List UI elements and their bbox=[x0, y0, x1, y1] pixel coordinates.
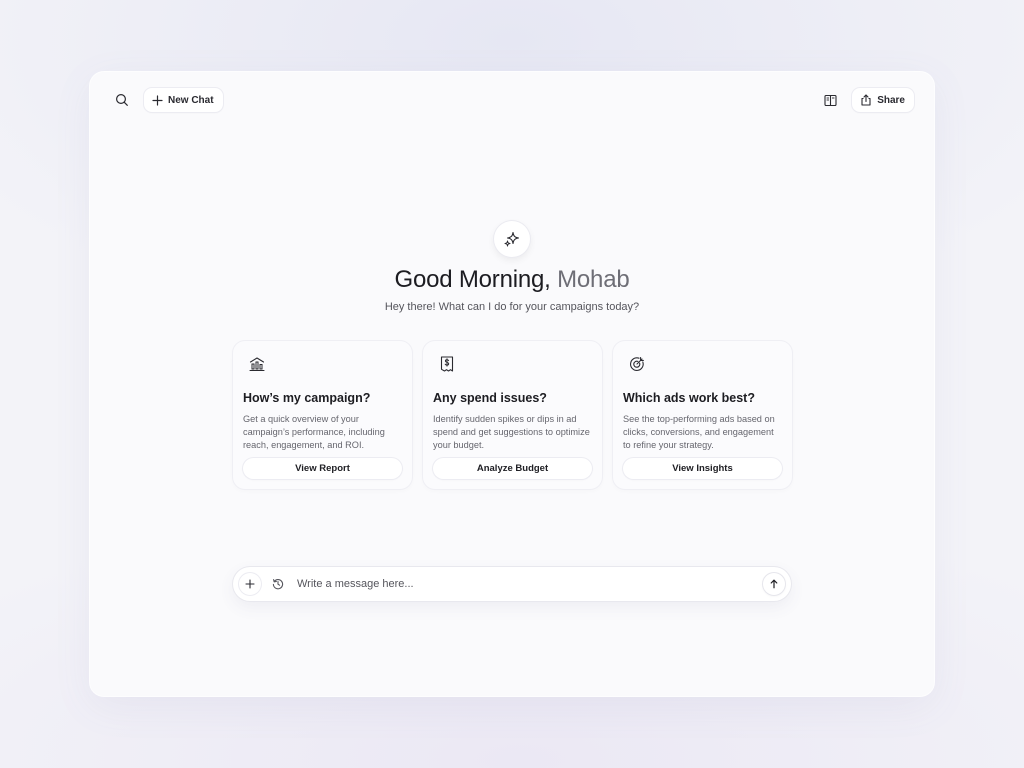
new-chat-button[interactable]: New Chat bbox=[144, 88, 223, 112]
view-report-button[interactable]: View Report bbox=[243, 458, 402, 479]
card-description: See the top-performing ads based on clic… bbox=[623, 414, 775, 450]
share-label: Share bbox=[877, 94, 905, 106]
plus-icon bbox=[152, 94, 163, 106]
attach-button[interactable] bbox=[239, 573, 261, 595]
card-title: How’s my campaign? bbox=[243, 391, 371, 405]
share-icon bbox=[861, 94, 871, 106]
analyze-budget-button[interactable]: Analyze Budget bbox=[433, 458, 592, 479]
card-description: Get a quick overview of your campaign’s … bbox=[243, 414, 385, 450]
new-chat-label: New Chat bbox=[168, 94, 214, 106]
history-button[interactable] bbox=[267, 573, 289, 595]
search-button[interactable] bbox=[110, 88, 134, 112]
history-icon bbox=[272, 579, 284, 590]
plus-icon bbox=[245, 579, 255, 589]
share-button[interactable]: Share bbox=[852, 88, 914, 112]
sidebar-layout-icon bbox=[824, 94, 837, 106]
receipt-dollar-icon bbox=[440, 356, 454, 372]
search-icon bbox=[115, 93, 128, 106]
suggestion-card-spend[interactable]: Any spend issues? Identify sudden spikes… bbox=[423, 341, 602, 489]
toggle-layout-button[interactable] bbox=[818, 88, 842, 112]
user-name: Mohab bbox=[557, 266, 630, 293]
topbar-right: Share bbox=[818, 88, 914, 112]
suggestion-card-ads[interactable]: Which ads work best? See the top-perform… bbox=[613, 341, 792, 489]
campaign-chart-icon bbox=[249, 357, 265, 372]
send-button[interactable] bbox=[763, 573, 785, 595]
view-insights-button[interactable]: View Insights bbox=[623, 458, 782, 479]
sparkle-icon bbox=[504, 231, 520, 247]
card-title: Which ads work best? bbox=[623, 391, 755, 405]
suggestion-card-campaign[interactable]: How’s my campaign? Get a quick overview … bbox=[233, 341, 412, 489]
message-input[interactable] bbox=[297, 578, 763, 590]
card-title: Any spend issues? bbox=[433, 391, 547, 405]
target-icon bbox=[630, 357, 644, 371]
card-description: Identify sudden spikes or dips in ad spe… bbox=[433, 414, 590, 450]
arrow-up-icon bbox=[770, 579, 778, 589]
greeting-heading: Good Morning, Mohab bbox=[90, 266, 934, 294]
greeting-subtitle: Hey there! What can I do for your campai… bbox=[384, 301, 640, 313]
topbar-left: New Chat bbox=[110, 88, 223, 112]
message-composer bbox=[233, 567, 791, 601]
suggestion-cards: How’s my campaign? Get a quick overview … bbox=[233, 341, 792, 489]
chat-window: New Chat Share Good Morning, Mohab Hey t… bbox=[90, 72, 934, 696]
assistant-badge bbox=[494, 221, 530, 257]
greeting-text: Good Morning, bbox=[394, 266, 551, 293]
